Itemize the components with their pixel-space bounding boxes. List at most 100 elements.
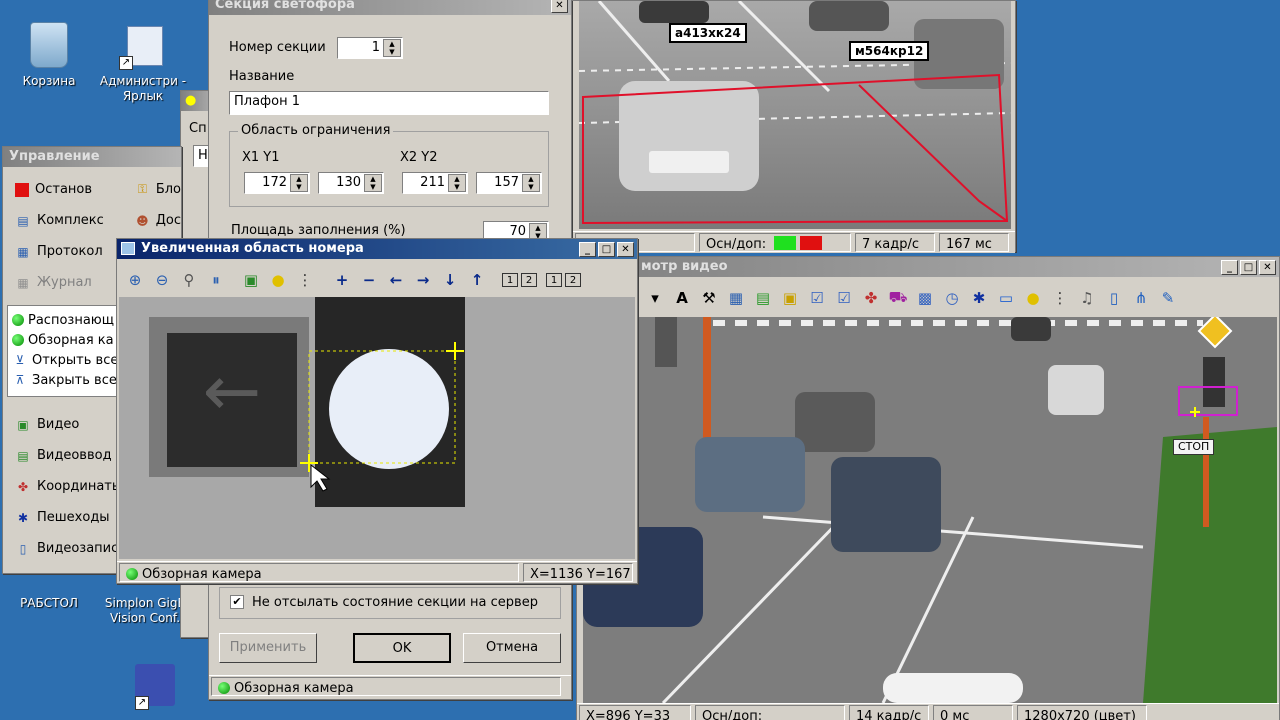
list-item-label: Обзорная ка xyxy=(28,332,114,348)
car-icon[interactable]: ⛟ xyxy=(886,286,910,310)
status-coords: X=1136 Y=167 xyxy=(523,563,633,582)
control-panel-titlebar[interactable]: Управление xyxy=(3,147,181,167)
plate-window-statusbar: 843 Осн/доп: 7 кадр/с 167 мс xyxy=(573,231,1015,253)
apply-button[interactable]: Применить xyxy=(219,633,317,663)
two-icon[interactable]: 2 xyxy=(565,273,581,287)
arrow-left-icon[interactable]: ← xyxy=(384,268,408,292)
restriction-area-label: Область ограничения xyxy=(238,123,394,138)
expand-icon: ⊻ xyxy=(15,353,25,367)
edit-icon[interactable]: ✎ xyxy=(1156,286,1180,310)
stop-button[interactable]: Останов xyxy=(7,179,127,200)
y1-stepper[interactable]: 130 ▲ ▼ xyxy=(318,172,384,194)
x2-stepper[interactable]: 211 ▲ ▼ xyxy=(402,172,468,194)
arrow-right-icon[interactable]: → xyxy=(411,268,435,292)
status-camera: Обзорная камера xyxy=(211,677,561,696)
checklist-icon[interactable]: ☑ xyxy=(805,286,829,310)
close-button[interactable]: ✕ xyxy=(551,0,568,13)
car-shape xyxy=(619,81,759,191)
toolbar-icon-2[interactable]: ▤ xyxy=(751,286,775,310)
overview-camera-view[interactable]: СТОП xyxy=(583,317,1277,703)
journal-label: Журнал xyxy=(37,275,92,290)
journal-icon: ▦ xyxy=(17,275,29,290)
toolbar-icon-1[interactable]: ▦ xyxy=(724,286,748,310)
minimize-button[interactable]: _ xyxy=(579,242,596,257)
y2-stepper[interactable]: 157 ▲ ▼ xyxy=(476,172,542,194)
text-tool-icon[interactable]: A xyxy=(670,286,694,310)
spin-arrows-icon[interactable]: ▲ ▼ xyxy=(522,174,540,192)
name-input[interactable]: Плафон 1 xyxy=(229,91,549,115)
section-number-label: Номер секции xyxy=(229,40,326,55)
desktop-icon-label: Администри - Ярлык xyxy=(99,74,187,103)
coordinates-icon[interactable]: ✤ xyxy=(859,286,883,310)
plus-icon[interactable]: + xyxy=(330,268,354,292)
cancel-button[interactable]: Отмена xyxy=(463,633,561,663)
status-ms: 0 мс xyxy=(933,705,1013,720)
toolbar-icon-3[interactable]: ▣ xyxy=(778,286,802,310)
block-button[interactable]: ⚿ Бло xyxy=(131,179,181,200)
close-button[interactable]: ✕ xyxy=(1259,260,1276,275)
window-icon[interactable]: ▭ xyxy=(994,286,1018,310)
plate-scene xyxy=(579,1,1011,225)
arrow-down-icon[interactable]: ↓ xyxy=(438,268,462,292)
spin-arrows-icon[interactable]: ▲ ▼ xyxy=(448,174,466,192)
maximize-button[interactable]: □ xyxy=(1240,260,1257,275)
plate-camera-view[interactable]: а413хк24 м564кр12 xyxy=(579,1,1011,229)
complex-button[interactable]: ▤ Комплекс xyxy=(7,210,127,231)
image-icon[interactable]: ▣ xyxy=(239,268,263,292)
status-ms: 167 мс xyxy=(939,233,1009,252)
car-plate-shape xyxy=(649,151,729,173)
module-label: Видеозапис xyxy=(37,541,119,556)
protocol-button[interactable]: ▦ Протокол xyxy=(7,241,127,262)
no-send-checkbox[interactable]: ✔ xyxy=(230,595,244,609)
tools-icon[interactable]: ⚒ xyxy=(697,286,721,310)
pin-icon[interactable]: ⚲ xyxy=(177,268,201,292)
traffic-light-icon[interactable]: ⋮ xyxy=(1048,286,1072,310)
x1-stepper[interactable]: 172 ▲ ▼ xyxy=(244,172,310,194)
journal-button[interactable]: ▦ Журнал xyxy=(7,272,127,293)
section-number-stepper[interactable]: 1 ▲ ▼ xyxy=(337,37,403,59)
minimize-button[interactable]: _ xyxy=(1221,260,1238,275)
traffic-light-icon[interactable]: ⋮ xyxy=(293,268,317,292)
spin-arrows-icon[interactable]: ▲ ▼ xyxy=(383,39,401,57)
zoom-out-icon[interactable]: ⊖ xyxy=(150,268,174,292)
desktop-icon-simplon[interactable]: Simplon GigE Vision Conf. xyxy=(100,578,190,626)
maximize-button[interactable]: □ xyxy=(598,242,615,257)
desktop-icon-admin-shortcut[interactable]: ↗ Администри - Ярлык xyxy=(98,22,188,104)
dropdown-icon[interactable]: ▾ xyxy=(643,286,667,310)
zoom-in-icon[interactable]: ⊕ xyxy=(123,268,147,292)
close-button[interactable]: ✕ xyxy=(617,242,634,257)
network-icon[interactable]: ⋔ xyxy=(1129,286,1153,310)
video-icon: ▣ xyxy=(17,417,29,432)
two-icon[interactable]: 2 xyxy=(521,273,537,287)
clock-icon[interactable]: ◷ xyxy=(940,286,964,310)
grass-median xyxy=(1143,427,1277,703)
one-icon[interactable]: 1 xyxy=(546,273,562,287)
desktop-icon-rabstol[interactable]: РАБСТОЛ xyxy=(4,578,94,611)
pause-icon[interactable]: ⏸ xyxy=(204,268,228,292)
one-icon[interactable]: 1 xyxy=(502,273,518,287)
access-button[interactable]: ☻ Дос xyxy=(131,210,181,231)
pedestrian-icon[interactable]: ✱ xyxy=(967,286,991,310)
bulb-icon[interactable]: ● xyxy=(266,268,290,292)
status-camera-text: Обзорная камера xyxy=(234,681,354,696)
bell-icon[interactable]: ♫ xyxy=(1075,286,1099,310)
minus-icon[interactable]: − xyxy=(357,268,381,292)
desktop-icon-trash[interactable]: Корзина xyxy=(4,22,94,89)
spin-arrows-icon[interactable]: ▲ ▼ xyxy=(364,174,382,192)
desktop-icon-floppy[interactable]: ↗ xyxy=(104,662,194,714)
module-label: Пешеходы xyxy=(37,510,110,525)
bulb-icon[interactable]: ● xyxy=(1021,286,1045,310)
calculator-icon[interactable]: ▩ xyxy=(913,286,937,310)
document-icon[interactable]: ▯ xyxy=(1102,286,1126,310)
spin-arrows-icon[interactable]: ▲ ▼ xyxy=(290,174,308,192)
traffic-light-shape xyxy=(1203,357,1225,407)
zoom-window-titlebar[interactable]: Увеличенная область номера _ □ ✕ xyxy=(117,239,637,259)
video-window-titlebar[interactable]: мотр видео _ □ ✕ xyxy=(577,257,1279,277)
ok-button[interactable]: OK xyxy=(353,633,451,663)
section-dialog-titlebar[interactable]: Секция светофора ✕ xyxy=(209,0,571,15)
module-label: Координать xyxy=(37,479,120,494)
zoom-view[interactable]: ← xyxy=(119,297,635,559)
checklist-icon-2[interactable]: ☑ xyxy=(832,286,856,310)
arrow-up-icon[interactable]: ↑ xyxy=(465,268,489,292)
status-camera: Обзорная камера xyxy=(119,563,519,582)
